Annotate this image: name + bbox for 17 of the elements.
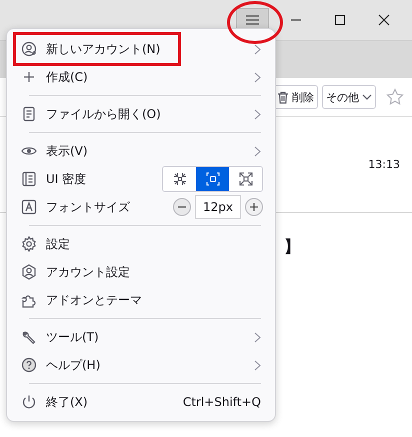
font-size-value: 12px [195, 195, 241, 219]
shortcut-text: Ctrl+Shift+Q [182, 395, 261, 409]
menu-item[interactable]: 表示(V) [7, 137, 275, 165]
menu-item[interactable]: 終了(X) Ctrl+Shift+Q [7, 388, 275, 416]
more-dropdown[interactable]: その他 [322, 85, 376, 109]
menu-item[interactable]: ヘルプ(H) [7, 351, 275, 379]
delete-button[interactable]: 削除 [273, 85, 318, 109]
menu-label: UI 密度 [46, 170, 88, 188]
menu-item[interactable]: 作成(C) [7, 63, 275, 91]
menu-item[interactable]: アカウント設定 [7, 258, 275, 286]
message-text: 】 [284, 237, 300, 256]
menu-item[interactable]: アドオンとテーマ [7, 286, 275, 314]
menu-item[interactable]: ファイルから開く(O) [7, 100, 275, 128]
menu-item[interactable]: ツール(T) [7, 323, 275, 351]
message-time: 13:13 [368, 158, 400, 171]
menu-label: フォントサイズ [46, 198, 131, 216]
menu-item[interactable]: 設定 [7, 230, 275, 258]
